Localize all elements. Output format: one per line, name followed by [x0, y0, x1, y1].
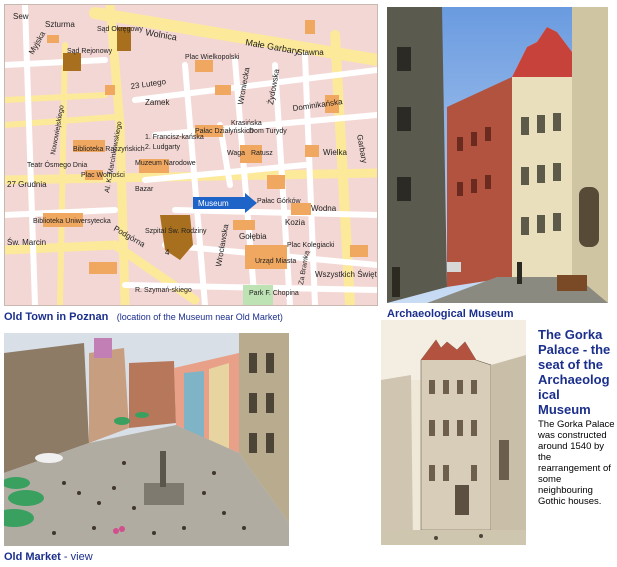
gorka-palace-drawing[interactable]: [381, 320, 526, 545]
street-label: Park F. Chopina: [249, 290, 299, 297]
old-market-caption-title: Old Market: [4, 551, 61, 563]
street-label: Plac Wielkopolski: [185, 54, 240, 61]
street-label: Zamek: [145, 98, 170, 107]
street-label: Wodna: [311, 204, 337, 213]
archaeological-museum-graphic: [387, 7, 608, 303]
gorka-palace-description: The Gorka Palace - the seat of the Archa…: [538, 327, 616, 507]
street-label: Ratusz: [251, 150, 273, 157]
street-label: Sąd Okręgowy: [97, 26, 143, 33]
old-market-photo[interactable]: [4, 333, 289, 546]
street-label: Muzeum Narodowe: [135, 160, 196, 167]
street-label: Plac Wolności: [81, 172, 125, 179]
street-label: R. Szymań-skiego: [135, 287, 192, 294]
street-label: 4: [165, 248, 170, 257]
street-label: Sąd Rejonowy: [67, 48, 113, 55]
street-label: Pałac Górków: [257, 198, 302, 205]
street-label: Wielka: [323, 148, 348, 157]
archaeological-museum-caption: Archaeological Museum: [387, 308, 514, 320]
gorka-palace-body: The Gorka Palace was constructed around …: [538, 419, 615, 507]
street-label: Teatr Ósmego Dnia: [27, 160, 87, 169]
museum-label: Museum: [198, 199, 229, 208]
street-label: Szturma: [45, 20, 75, 29]
street-label: 2. Ludgarty: [145, 144, 181, 151]
street-label: Urząd Miasta: [255, 258, 296, 265]
map-caption-note: (location of the Museum near Old Market): [116, 312, 283, 322]
street-label: Szpital Św. Rodziny: [145, 226, 207, 235]
street-label: Biblioteka Raczyńskich: [73, 146, 145, 153]
map-caption-title: Old Town in Poznan: [4, 311, 109, 323]
gorka-palace-title: The Gorka Palace - the seat of the Archa…: [538, 327, 611, 417]
gorka-palace-graphic: [381, 320, 526, 545]
street-label: Krasińska: [231, 120, 262, 127]
street-label: Dom Turydy: [249, 128, 287, 135]
street-label: Kozia: [285, 218, 306, 227]
street-label: Bazar: [135, 186, 154, 193]
street-label: Plac Kolegiacki: [287, 242, 335, 249]
street-label: Św. Marcin: [7, 238, 46, 247]
archaeological-museum-photo[interactable]: [387, 7, 608, 303]
old-market-graphic: [4, 333, 289, 546]
map-graphic: Sew Szturma Wolnica Małe Garbary Sąd Okr…: [5, 5, 377, 305]
street-label: 27 Grudnia: [7, 180, 47, 189]
old-market-caption-suffix: - view: [60, 551, 93, 563]
street-label: Gołębia: [239, 232, 267, 241]
street-label: Biblioteka Uniwersytecka: [33, 218, 111, 225]
street-label: Sew: [13, 12, 29, 21]
street-label: 1. Francisz-kańska: [145, 134, 204, 141]
old-market-caption: Old Market - view: [4, 551, 93, 563]
street-label: Waga: [227, 150, 245, 157]
map-caption: Old Town in Poznan (location of the Muse…: [4, 307, 380, 325]
old-town-map[interactable]: Sew Szturma Wolnica Małe Garbary Sąd Okr…: [4, 4, 378, 306]
street-label: Pałac Działyńskich: [195, 128, 253, 135]
street-label: Stawna: [297, 48, 324, 57]
street-label: Wszystkich Świętych: [315, 270, 377, 279]
